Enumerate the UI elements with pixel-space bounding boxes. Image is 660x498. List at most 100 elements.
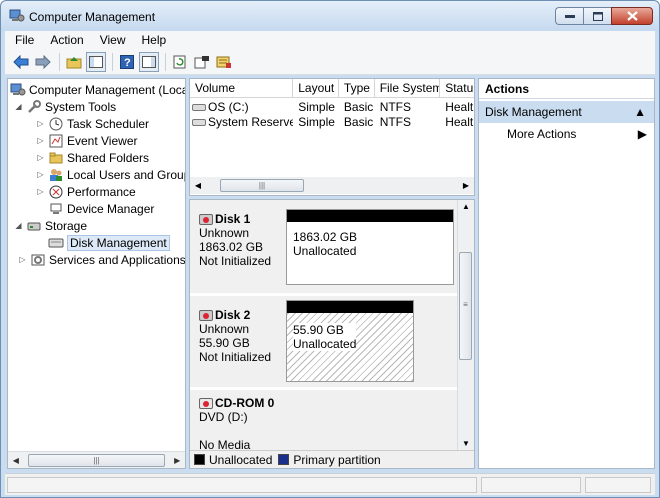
column-header-status[interactable]: Statu bbox=[440, 79, 474, 97]
scrollbar-thumb[interactable]: ||| bbox=[220, 179, 304, 192]
scrollbar-thumb[interactable]: ≡ bbox=[459, 252, 472, 360]
actions-pane: Actions Disk Management ▲ More Actions ▶ bbox=[478, 78, 655, 469]
tree-item-storage[interactable]: ◢ Storage bbox=[14, 217, 87, 234]
title-bar[interactable]: Computer Management bbox=[1, 1, 659, 31]
tree-item-services-applications[interactable]: ▷ Services and Applications bbox=[18, 251, 186, 268]
tree-horizontal-scrollbar[interactable]: ◀ ||| ▶ bbox=[8, 451, 185, 468]
column-header-type[interactable]: Type bbox=[339, 79, 375, 97]
more-actions-label: More Actions bbox=[507, 127, 577, 141]
tree-item-task-scheduler[interactable]: ▷ Task Scheduler bbox=[36, 115, 149, 132]
volume-file-system: NTFS bbox=[379, 115, 412, 129]
disk-not-initialized-icon bbox=[199, 309, 213, 321]
tree-label: Event Viewer bbox=[67, 133, 138, 148]
disk-name: Disk 1 bbox=[215, 212, 251, 226]
help-button[interactable]: ? bbox=[117, 52, 137, 72]
collapse-arrow-icon[interactable]: ◢ bbox=[14, 221, 23, 230]
tree-item-computer-management[interactable]: Computer Management (Local bbox=[10, 81, 185, 98]
menu-help[interactable]: Help bbox=[142, 33, 167, 47]
maximize-button[interactable] bbox=[583, 7, 611, 25]
computer-management-icon bbox=[10, 83, 26, 97]
disk-2-block[interactable]: Disk 2 Unknown 55.90 GB Not Initialized … bbox=[190, 296, 458, 388]
scroll-right-icon[interactable]: ▶ bbox=[169, 456, 185, 465]
tree-item-device-manager[interactable]: Device Manager bbox=[48, 200, 154, 217]
expand-arrow-icon[interactable]: ▷ bbox=[36, 119, 45, 128]
column-header-file-system[interactable]: File System bbox=[375, 79, 441, 97]
partition-state: Unallocated bbox=[293, 337, 357, 351]
column-header-volume[interactable]: Volume bbox=[190, 79, 294, 97]
partition-size: 1863.02 GB bbox=[293, 230, 358, 244]
refresh-button[interactable] bbox=[170, 52, 190, 72]
svg-text:?: ? bbox=[124, 57, 131, 69]
volume-type: Basic bbox=[343, 100, 374, 114]
volume-file-system: NTFS bbox=[379, 100, 412, 114]
console-tree-pane: Computer Management (Local ◢ System Tool… bbox=[7, 78, 186, 469]
window-controls bbox=[555, 7, 653, 25]
more-actions-item[interactable]: More Actions ▶ bbox=[507, 125, 647, 143]
disk-1-info: Disk 1 Unknown 1863.02 GB Not Initialize… bbox=[199, 212, 271, 268]
legend-swatch-primary bbox=[278, 454, 290, 465]
users-icon bbox=[48, 168, 64, 182]
tree-label: Services and Applications bbox=[49, 252, 186, 267]
disk-1-block[interactable]: Disk 1 Unknown 1863.02 GB Not Initialize… bbox=[190, 200, 458, 294]
expand-arrow-icon[interactable]: ▷ bbox=[36, 153, 45, 162]
partition-text: 55.90 GB Unallocated bbox=[293, 323, 357, 351]
show-hide-console-tree-button[interactable] bbox=[86, 51, 106, 72]
tree-item-system-tools[interactable]: ◢ System Tools bbox=[14, 98, 116, 115]
refresh-icon bbox=[173, 55, 186, 68]
volume-layout: Simple bbox=[298, 115, 335, 129]
scroll-up-icon[interactable]: ▲ bbox=[458, 202, 474, 211]
up-one-level-button[interactable] bbox=[64, 52, 84, 72]
forward-button[interactable] bbox=[33, 52, 53, 72]
column-header-layout[interactable]: Layout bbox=[293, 79, 339, 97]
menu-file[interactable]: File bbox=[15, 33, 34, 47]
collapse-up-icon[interactable]: ▲ bbox=[634, 101, 646, 123]
unallocated-bar bbox=[287, 210, 453, 222]
menu-action[interactable]: Action bbox=[50, 33, 83, 47]
tree-item-shared-folders[interactable]: ▷ Shared Folders bbox=[36, 149, 149, 166]
table-row[interactable]: OS (C:) Simple Basic NTFS Healt bbox=[190, 99, 474, 115]
menu-view[interactable]: View bbox=[100, 33, 126, 47]
scroll-right-icon[interactable]: ▶ bbox=[458, 181, 474, 190]
scroll-left-icon[interactable]: ◀ bbox=[190, 181, 206, 190]
tree-item-event-viewer[interactable]: ▷ Event Viewer bbox=[36, 132, 137, 149]
volume-horizontal-scrollbar[interactable]: ◀ ||| ▶ bbox=[190, 177, 474, 194]
scroll-down-icon[interactable]: ▼ bbox=[458, 439, 474, 448]
status-cell bbox=[585, 477, 651, 493]
properties-button[interactable] bbox=[192, 52, 212, 72]
scrollbar-thumb[interactable]: ||| bbox=[27, 453, 166, 467]
tree-item-disk-management[interactable]: Disk Management bbox=[48, 234, 170, 251]
device-manager-icon bbox=[48, 202, 64, 216]
performance-icon bbox=[48, 185, 64, 199]
close-button[interactable] bbox=[611, 7, 653, 25]
cdrom-0-block[interactable]: CD-ROM 0 DVD (D:) No Media bbox=[190, 390, 458, 452]
status-bar bbox=[5, 473, 655, 495]
back-icon bbox=[13, 54, 29, 69]
actions-section-disk-management[interactable]: Disk Management ▲ bbox=[479, 101, 654, 123]
disk-1-partition-unallocated[interactable]: 1863.02 GB Unallocated bbox=[286, 209, 454, 285]
system-tools-icon bbox=[26, 99, 42, 114]
graph-vertical-scrollbar[interactable]: ▲ ≡ ▼ bbox=[457, 200, 474, 450]
submenu-arrow-icon: ▶ bbox=[637, 127, 647, 141]
expand-arrow-icon[interactable]: ▷ bbox=[18, 255, 27, 264]
volume-name: OS (C:) bbox=[208, 100, 249, 114]
volume-status: Healt bbox=[445, 115, 474, 129]
disk-type: DVD (D:) bbox=[199, 410, 248, 424]
expand-arrow-icon[interactable]: ▷ bbox=[36, 136, 45, 145]
disk-settings-button[interactable] bbox=[214, 52, 234, 72]
disk-graphical-view: Disk 1 Unknown 1863.02 GB Not Initialize… bbox=[189, 199, 475, 469]
scroll-left-icon[interactable]: ◀ bbox=[8, 456, 24, 465]
back-button[interactable] bbox=[11, 52, 31, 72]
expand-arrow-icon[interactable]: ▷ bbox=[36, 187, 45, 196]
disk-2-info: Disk 2 Unknown 55.90 GB Not Initialized bbox=[199, 308, 271, 364]
collapse-arrow-icon[interactable]: ◢ bbox=[14, 102, 23, 111]
actions-header: Actions bbox=[479, 79, 654, 99]
minimize-button[interactable] bbox=[555, 7, 583, 25]
table-row[interactable]: System Reserved Simple Basic NTFS Healt bbox=[190, 114, 474, 130]
disk-2-partition-unallocated[interactable]: 55.90 GB Unallocated bbox=[286, 300, 414, 382]
tree-item-local-users[interactable]: ▷ Local Users and Groups bbox=[36, 166, 186, 183]
tree-label: Local Users and Groups bbox=[67, 167, 186, 182]
show-hide-action-pane-button[interactable] bbox=[139, 51, 159, 72]
disk-type: Unknown bbox=[199, 322, 250, 336]
tree-item-performance[interactable]: ▷ Performance bbox=[36, 183, 135, 200]
expand-arrow-icon[interactable]: ▷ bbox=[36, 170, 45, 179]
